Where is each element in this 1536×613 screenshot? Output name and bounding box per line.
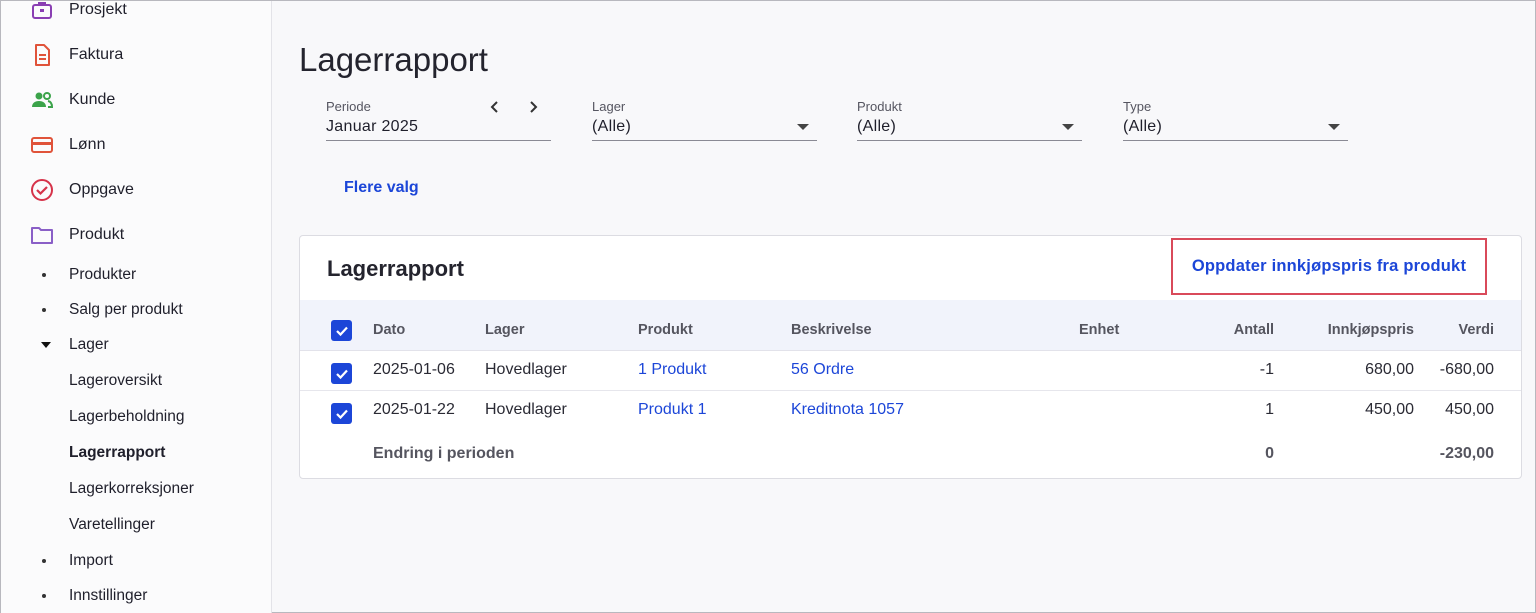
sidebar-item-oppgave[interactable]: Oppgave	[1, 172, 271, 208]
caret-down-icon	[41, 342, 51, 348]
chevron-left-icon[interactable]	[485, 97, 505, 117]
column-header-antall[interactable]: Antall	[1234, 322, 1274, 338]
sidebar-subitem-lagerkorreksjoner[interactable]: Lagerkorreksjoner	[1, 474, 271, 504]
sidebar-subitem-label: Innstillinger	[69, 587, 148, 604]
credit-card-icon	[30, 133, 54, 157]
cell-innkjopspris: 450,00	[1365, 401, 1414, 418]
sidebar-subitem-import[interactable]: Import	[1, 546, 271, 576]
row-checkbox[interactable]	[331, 403, 352, 424]
cell-dato: 2025-01-22	[373, 401, 455, 418]
sidebar-item-faktura[interactable]: Faktura	[1, 37, 271, 73]
card-title: Lagerrapport	[327, 256, 464, 281]
sidebar-subitem-lagerrapport[interactable]: Lagerrapport	[1, 438, 271, 468]
summary-row: Endring i perioden 0 -230,00	[300, 435, 1521, 475]
cell-produkt-link[interactable]: Produkt 1	[638, 401, 706, 419]
sidebar-subitem-produkter[interactable]: Produkter	[1, 260, 271, 290]
period-filter-label: Periode	[326, 99, 371, 114]
table-row[interactable]: 2025-01-22 Hovedlager Produkt 1 Kreditno…	[300, 391, 1521, 431]
column-header-innkjopspris[interactable]: Innkjøpspris	[1328, 322, 1414, 338]
more-options-link[interactable]: Flere valg	[344, 179, 419, 197]
sidebar-subitem-lager[interactable]: Lager	[1, 330, 271, 360]
bullet-icon	[42, 308, 46, 312]
lager-select-label: Lager	[592, 99, 626, 114]
type-select[interactable]: Type (Alle)	[1123, 99, 1348, 141]
caret-down-icon	[1328, 124, 1340, 130]
sidebar-item-label: Kunde	[69, 91, 116, 108]
caret-down-icon	[797, 124, 809, 130]
briefcase-icon	[30, 1, 54, 22]
chevron-right-icon[interactable]	[523, 97, 543, 117]
cell-antall: -1	[1259, 361, 1274, 378]
sidebar-item-label: Produkt	[69, 226, 125, 243]
bullet-icon	[42, 273, 46, 277]
report-card: Lagerrapport Oppdater innkjøpspris fra p…	[299, 235, 1522, 479]
sidebar-subitem-label: Lageroversikt	[69, 372, 163, 389]
sidebar-subitem-label: Lagerkorreksjoner	[69, 480, 194, 497]
sidebar-subitem-lageroversikt[interactable]: Lageroversikt	[1, 366, 271, 396]
lager-select[interactable]: Lager (Alle)	[592, 99, 817, 141]
sidebar-item-label: Oppgave	[69, 181, 134, 198]
sidebar-subitem-label: Lager	[69, 336, 109, 353]
table-header: Dato Lager Produkt Beskrivelse Enhet Ant…	[300, 300, 1521, 351]
update-purchase-price-button[interactable]: Oppdater innkjøpspris fra produkt	[1171, 238, 1487, 295]
caret-down-icon	[1062, 124, 1074, 130]
sidebar-subitem-label: Lagerbeholdning	[69, 408, 185, 425]
column-header-enhet[interactable]: Enhet	[1079, 322, 1119, 338]
period-filter-value: Januar 2025	[326, 118, 419, 135]
sidebar-subitem-label: Salg per produkt	[69, 301, 183, 318]
sidebar-subitem-label: Produkter	[69, 266, 137, 283]
summary-label: Endring i perioden	[373, 445, 515, 462]
users-icon	[30, 88, 54, 112]
sidebar: Prosjekt Faktura Kunde Lønn Oppgave Prod…	[1, 1, 272, 613]
produkt-select-value: (Alle)	[857, 118, 897, 135]
bullet-icon	[42, 559, 46, 563]
summary-antall: 0	[1265, 445, 1274, 462]
type-select-value: (Alle)	[1123, 118, 1163, 135]
cell-antall: 1	[1265, 401, 1274, 418]
sidebar-item-kunde[interactable]: Kunde	[1, 82, 271, 118]
cell-beskrivelse-link[interactable]: Kreditnota 1057	[791, 401, 904, 419]
cell-dato: 2025-01-06	[373, 361, 455, 378]
produkt-select[interactable]: Produkt (Alle)	[857, 99, 1082, 141]
cell-verdi: -680,00	[1439, 361, 1494, 378]
type-select-label: Type	[1123, 99, 1152, 114]
page-title: Lagerrapport	[299, 41, 488, 78]
sidebar-subitem-label: Import	[69, 552, 113, 569]
lager-select-value: (Alle)	[592, 118, 632, 135]
produkt-select-label: Produkt	[857, 99, 902, 114]
sidebar-item-label: Prosjekt	[69, 1, 127, 18]
sidebar-item-produkt[interactable]: Produkt	[1, 217, 271, 253]
sidebar-item-prosjekt[interactable]: Prosjekt	[1, 1, 271, 28]
sidebar-subitem-lagerbeholdning[interactable]: Lagerbeholdning	[1, 402, 271, 432]
cell-verdi: 450,00	[1445, 401, 1494, 418]
sidebar-item-label: Lønn	[69, 136, 106, 153]
column-header-produkt[interactable]: Produkt	[638, 322, 693, 338]
sidebar-subitem-label: Varetellinger	[69, 516, 155, 533]
sidebar-subitem-salg-per-produkt[interactable]: Salg per produkt	[1, 295, 271, 325]
column-header-lager[interactable]: Lager	[485, 322, 525, 338]
cell-produkt-link[interactable]: 1 Produkt	[638, 361, 706, 379]
sidebar-subitem-innstillinger[interactable]: Innstillinger	[1, 581, 271, 611]
cell-beskrivelse-link[interactable]: 56 Ordre	[791, 361, 854, 379]
column-header-dato[interactable]: Dato	[373, 322, 405, 338]
sidebar-item-lonn[interactable]: Lønn	[1, 127, 271, 163]
check-circle-icon	[30, 178, 54, 202]
period-filter[interactable]: Periode Januar 2025	[326, 99, 551, 141]
bullet-icon	[42, 594, 46, 598]
row-checkbox[interactable]	[331, 363, 352, 384]
sidebar-subitem-label: Lagerrapport	[69, 444, 166, 461]
sidebar-subitem-varetellinger[interactable]: Varetellinger	[1, 510, 271, 540]
column-header-verdi[interactable]: Verdi	[1459, 322, 1494, 338]
folder-icon	[30, 223, 54, 247]
table-row[interactable]: 2025-01-06 Hovedlager 1 Produkt 56 Ordre…	[300, 351, 1521, 391]
column-header-beskrivelse[interactable]: Beskrivelse	[791, 322, 872, 338]
summary-verdi: -230,00	[1439, 445, 1494, 462]
cell-lager: Hovedlager	[485, 401, 567, 418]
cell-innkjopspris: 680,00	[1365, 361, 1414, 378]
sidebar-item-label: Faktura	[69, 46, 124, 63]
invoice-icon	[30, 43, 54, 67]
cell-lager: Hovedlager	[485, 361, 567, 378]
select-all-checkbox[interactable]	[331, 320, 352, 341]
